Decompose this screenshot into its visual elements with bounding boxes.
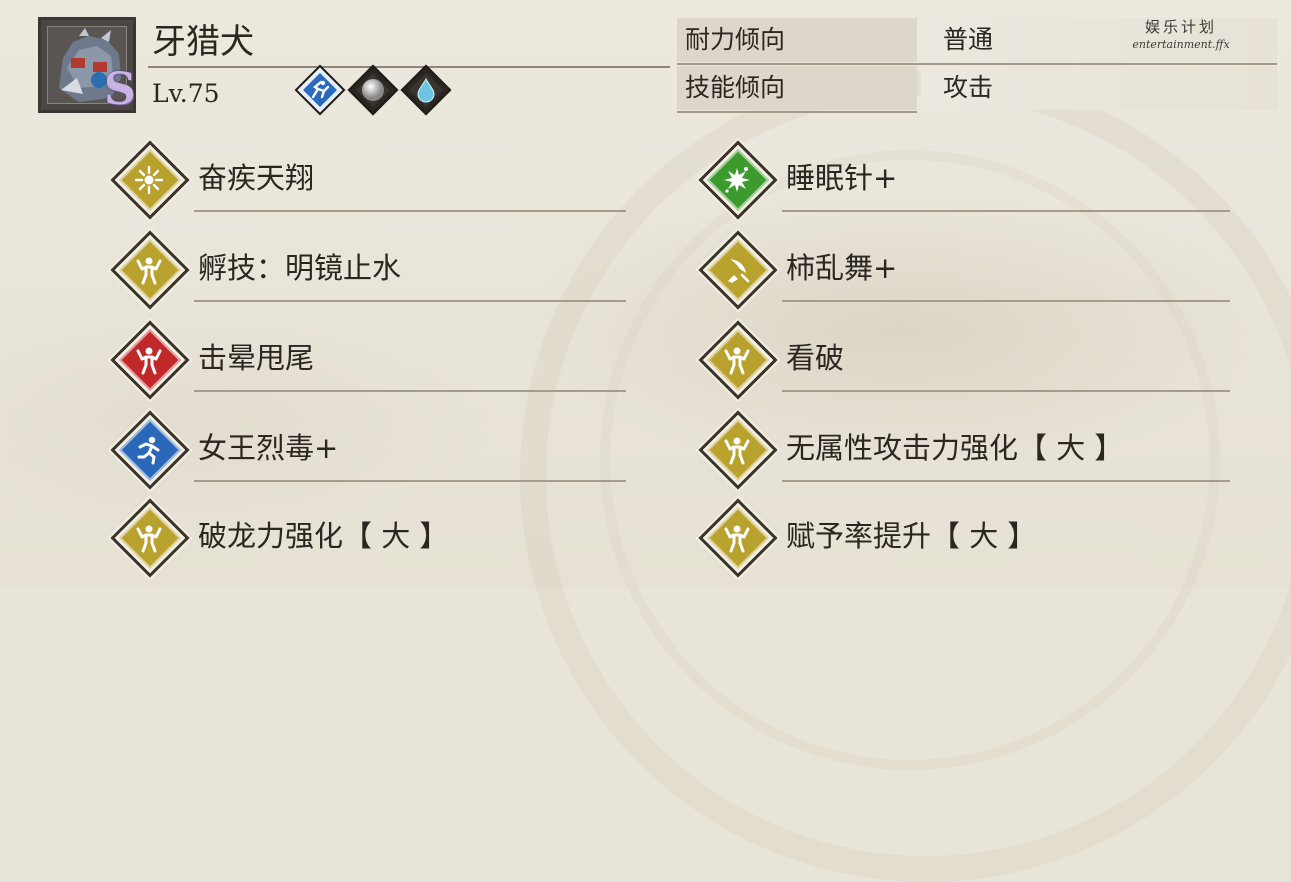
- skill-name: 奋疾天翔: [198, 161, 315, 195]
- skill-name: 无属性攻击力强化【 大 】: [786, 431, 1124, 465]
- skill-item[interactable]: 击晕甩尾: [108, 320, 628, 408]
- rank-badge: S: [104, 64, 136, 115]
- skill-underline: [194, 210, 626, 212]
- strength-figure-icon: [709, 422, 765, 478]
- skill-underline: [782, 210, 1230, 212]
- skill-item[interactable]: 赋予率提升【 大 】: [696, 498, 1236, 586]
- skill-underline: [782, 300, 1230, 302]
- tendency-key: 耐力倾向: [677, 18, 917, 62]
- tendency-divider: [677, 63, 1277, 65]
- watermark-url: entertainment.ffx: [1132, 38, 1230, 51]
- skill-underline: [194, 480, 626, 482]
- sunburst-icon: [121, 152, 177, 208]
- level-label: Lv.75: [152, 79, 220, 108]
- skill-item[interactable]: 奋疾天翔: [108, 140, 628, 228]
- skill-item[interactable]: 孵技：明镜止水: [108, 230, 628, 318]
- skill-underline: [194, 390, 626, 392]
- slash-icon: [709, 242, 765, 298]
- skill-underline: [782, 390, 1230, 392]
- tendency-key: 技能倾向: [677, 66, 917, 110]
- paralysis-element-icon: [304, 74, 336, 106]
- skill-name: 看破: [786, 341, 845, 375]
- name-divider: [148, 66, 670, 68]
- skill-name: 孵技：明镜止水: [198, 251, 402, 285]
- skill-name: 睡眠针+: [786, 161, 898, 195]
- skill-name: 柿乱舞+: [786, 251, 898, 285]
- skill-item[interactable]: 柿乱舞+: [696, 230, 1236, 318]
- skill-underline: [782, 480, 1230, 482]
- watermark-title: 娱乐计划: [1144, 18, 1217, 36]
- strength-figure-icon: [121, 242, 177, 298]
- neutral-orb-element-icon: [357, 74, 389, 106]
- skill-name: 击晕甩尾: [198, 341, 315, 375]
- skill-name: 破龙力强化【 大 】: [198, 519, 449, 553]
- skill-item[interactable]: 看破: [696, 320, 1236, 408]
- skill-name: 赋予率提升【 大 】: [786, 519, 1037, 553]
- skill-underline: [194, 300, 626, 302]
- tendency-divider: [677, 111, 917, 113]
- strength-figure-icon: [121, 510, 177, 566]
- burst-icon: [709, 152, 765, 208]
- skill-item[interactable]: 睡眠针+: [696, 140, 1236, 228]
- tendency-row: 技能倾向 攻击: [677, 66, 1277, 110]
- skill-item[interactable]: 女王烈毒+: [108, 410, 628, 498]
- strength-figure-icon: [709, 510, 765, 566]
- strength-figure-icon: [121, 332, 177, 388]
- skill-item[interactable]: 破龙力强化【 大 】: [108, 498, 628, 586]
- running-figure-icon: [121, 422, 177, 478]
- watermark: 娱乐计划 entertainment.ffx: [1105, 18, 1257, 54]
- strength-figure-icon: [709, 332, 765, 388]
- skill-name: 女王烈毒+: [198, 431, 339, 465]
- tendency-value: 攻击: [921, 66, 1277, 110]
- skill-item[interactable]: 无属性攻击力强化【 大 】: [696, 410, 1236, 498]
- monster-name: 牙猎犬: [152, 22, 254, 62]
- water-drop-element-icon: [410, 74, 442, 106]
